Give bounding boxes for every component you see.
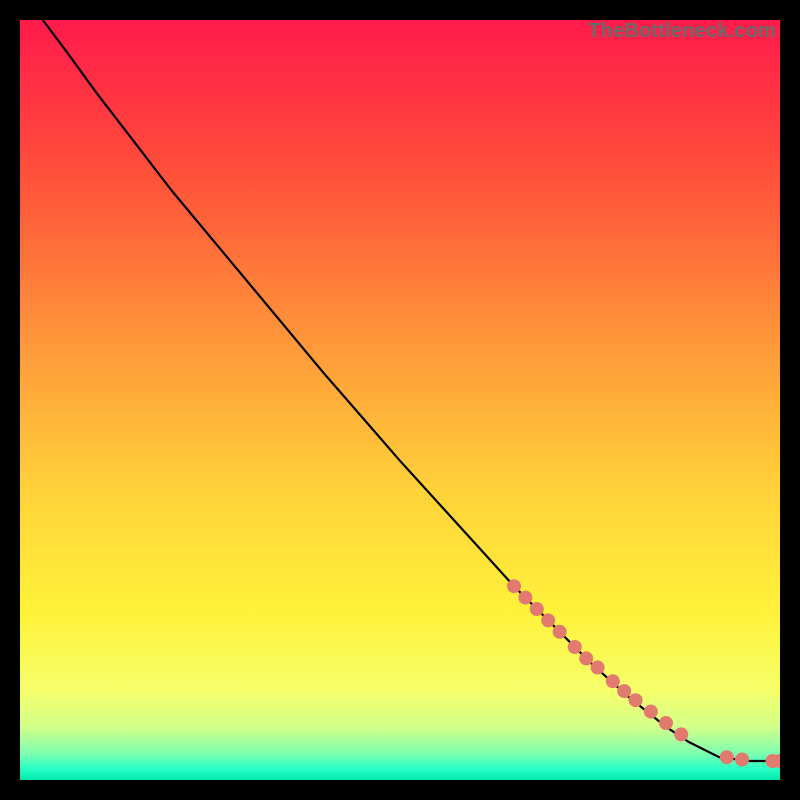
data-point: [568, 640, 582, 654]
data-point: [591, 661, 605, 675]
data-point: [644, 705, 658, 719]
data-point: [553, 625, 567, 639]
data-point: [659, 716, 673, 730]
watermark-label: TheBottleneck.com: [588, 20, 776, 43]
data-point: [617, 684, 631, 698]
data-point: [530, 602, 544, 616]
data-point: [507, 579, 521, 593]
data-point: [735, 752, 749, 766]
data-point: [606, 674, 620, 688]
data-point: [674, 727, 688, 741]
chart-plot: [20, 20, 780, 780]
chart-frame: TheBottleneck.com: [20, 20, 780, 780]
gradient-background: [20, 20, 780, 780]
data-point: [518, 591, 532, 605]
data-point: [541, 613, 555, 627]
data-point: [720, 750, 734, 764]
data-point: [629, 693, 643, 707]
data-point: [579, 651, 593, 665]
